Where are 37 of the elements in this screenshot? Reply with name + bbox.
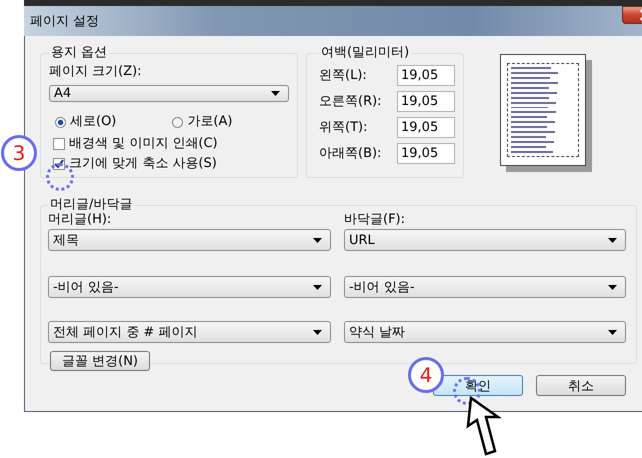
window-title: 페이지 설정 (29, 13, 100, 30)
header-label: 머리글(H): (48, 212, 112, 228)
dropdown-arrow-icon (313, 238, 322, 242)
margin-input[interactable]: 19,05 (397, 64, 455, 86)
footer-dropdown[interactable]: 약식 날짜 (344, 321, 626, 343)
group-label: 머리글/바닥글 (49, 198, 134, 212)
dropdown-arrow-icon (313, 284, 322, 290)
dropdown-arrow-icon (608, 330, 617, 334)
group-label: 용지 옵션 (50, 46, 108, 60)
header-dropdown[interactable]: 전체 페이지 중 # 페이지 (48, 321, 331, 343)
group-label: 여백(밀리미터) (320, 46, 410, 60)
footer-label: 바닥글(F): (344, 212, 406, 228)
margin-input[interactable]: 19,05 (397, 116, 455, 138)
page-size-dropdown[interactable]: A4 (49, 85, 289, 102)
dropdown-arrow-icon (608, 238, 617, 242)
margin-input[interactable]: 19,05 (397, 142, 455, 164)
margin-label: 아래쪽(B): (319, 145, 382, 162)
footer-dropdown[interactable]: -비어 있음- (344, 276, 626, 298)
orientation-radio[interactable]: 세로(O) (55, 112, 116, 132)
cancel-button[interactable]: 취소 (536, 375, 626, 396)
change-font-button[interactable]: 글꼴 변경(N) (50, 351, 150, 371)
dropdown-arrow-icon (271, 91, 280, 96)
margin-label: 위쪽(T): (319, 119, 368, 136)
header-dropdown[interactable]: -비어 있음- (48, 276, 331, 298)
dropdown-arrow-icon (313, 330, 322, 334)
orientation-radio[interactable]: 가로(A) (172, 112, 232, 132)
option-checkbox[interactable]: 크기에 맞게 축소 사용(S) (53, 154, 289, 174)
option-checkbox[interactable]: 배경색 및 이미지 인쇄(C) (53, 134, 289, 154)
margin-input[interactable]: 19,05 (397, 90, 455, 112)
margin-label: 왼쪽(L): (319, 67, 367, 84)
dropdown-arrow-icon (608, 284, 617, 290)
step-number-overlay: 3 (1, 135, 37, 171)
page-size-label: 페이지 크기(Z): (49, 64, 143, 80)
check-icon (54, 159, 64, 169)
footer-dropdown[interactable]: URL (344, 229, 626, 251)
margin-label: 오른쪽(R): (319, 93, 382, 110)
header-dropdown[interactable]: 제목 (48, 229, 331, 251)
